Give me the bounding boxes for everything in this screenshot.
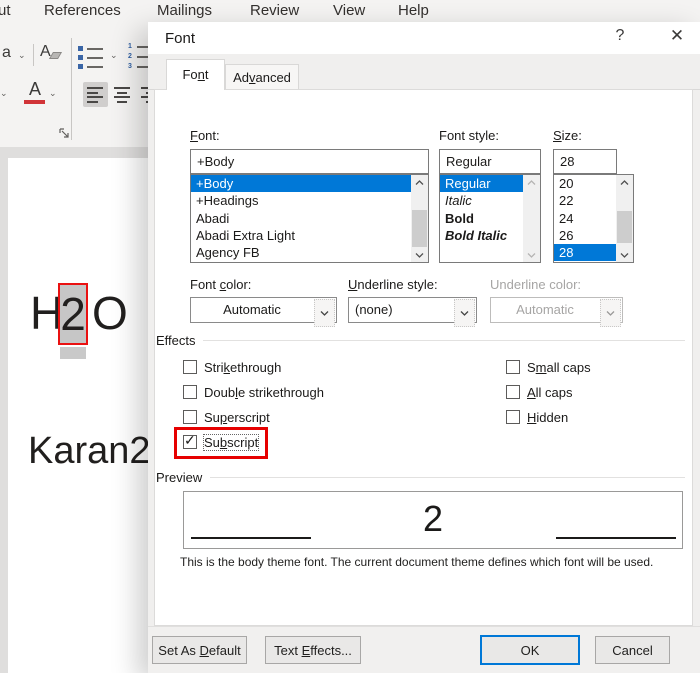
scrollbar-thumb[interactable] — [617, 211, 632, 243]
list-item[interactable]: +Body — [191, 175, 428, 193]
chevron-down-icon[interactable]: ⌄ — [110, 50, 118, 61]
preview-group-label: Preview — [156, 470, 203, 485]
scrollbar[interactable] — [616, 175, 633, 262]
chevron-down-icon[interactable] — [454, 299, 475, 327]
list-item[interactable]: Agency FB — [191, 244, 428, 261]
checkbox-box[interactable]: ✓ — [183, 385, 197, 399]
checkbox-box[interactable]: ✓ — [506, 410, 520, 424]
strikethrough-checkbox[interactable]: ✓ Strikethrough — [183, 359, 281, 375]
clear-formatting-icon[interactable]: A — [40, 43, 62, 60]
font-name-input[interactable]: +Body — [190, 149, 429, 174]
close-icon[interactable]: ✕ — [666, 26, 688, 46]
preview-box: 2 — [183, 491, 683, 549]
checkbox-box[interactable]: ✓ — [183, 360, 197, 374]
chevron-down-icon[interactable]: ⌄ — [18, 50, 26, 61]
preview-description: This is the body theme font. The current… — [180, 555, 654, 569]
font-name-listbox[interactable]: +Body +Headings Abadi Abadi Extra Light … — [190, 174, 429, 263]
tab-font[interactable]: Font — [166, 59, 225, 90]
cancel-button[interactable]: Cancel — [595, 636, 670, 664]
font-color-label: Font color: — [190, 277, 252, 292]
font-style-listbox[interactable]: Regular Italic Bold Bold Italic — [439, 174, 541, 263]
font-style-label: Font style: — [439, 128, 499, 143]
dialog-titlebar: Font ? ✕ — [148, 22, 700, 54]
underline-color-dropdown: Automatic — [490, 297, 623, 327]
font-label: Font: — [190, 128, 220, 143]
scroll-down-icon[interactable] — [411, 247, 428, 262]
tab-strip: Font Advanced — [148, 54, 700, 91]
size-input[interactable]: 28 — [553, 149, 617, 174]
ribbon-tab-view[interactable]: View — [333, 2, 365, 19]
scroll-down-icon[interactable] — [616, 247, 633, 262]
superscript-checkbox[interactable]: ✓ Superscript — [183, 409, 270, 425]
preview-sample-text: 2 — [422, 498, 444, 539]
font-color-dropdown[interactable]: Automatic — [190, 297, 337, 327]
font-color-icon[interactable]: A — [24, 80, 46, 104]
help-icon[interactable]: ? — [610, 27, 630, 45]
chevron-down-icon[interactable] — [314, 299, 335, 327]
scrollbar[interactable] — [411, 175, 428, 262]
selected-character-2: 2 — [58, 283, 88, 345]
group-divider — [210, 477, 685, 478]
scroll-up-icon — [523, 175, 540, 190]
hidden-checkbox[interactable]: ✓ Hidden — [506, 409, 568, 425]
align-left-icon[interactable] — [83, 82, 108, 107]
underline-color-label: Underline color: — [490, 277, 582, 292]
text-effects-button[interactable]: Text Effects... — [265, 636, 361, 664]
ribbon-tab-references[interactable]: References — [44, 2, 121, 19]
divider — [33, 44, 34, 66]
checkbox-box[interactable]: ✓ — [183, 410, 197, 424]
scrollbar-thumb[interactable] — [412, 210, 427, 247]
scrollbar[interactable] — [523, 175, 540, 262]
chevron-down-icon[interactable]: ⌄ — [0, 88, 8, 99]
set-as-default-button[interactable]: Set As Default — [152, 636, 247, 664]
size-label: Size: — [553, 128, 582, 143]
font-color-swatch — [24, 100, 45, 104]
bullet-list-icon[interactable] — [78, 46, 103, 73]
double-strikethrough-checkbox[interactable]: ✓ Double strikethrough — [183, 384, 324, 400]
group-divider — [203, 340, 685, 341]
chevron-down-icon[interactable]: ⌄ — [49, 88, 57, 99]
underline-style-label: Underline style: — [348, 277, 438, 292]
word-window: ut References Mailings Review View Help … — [0, 0, 700, 673]
font-dialog: Font ? ✕ Font Advanced Font: +Body +Body… — [148, 22, 700, 673]
ribbon-tab-mailings[interactable]: Mailings — [157, 2, 212, 19]
baseline-rule — [556, 537, 676, 539]
scroll-down-icon — [523, 247, 540, 262]
size-listbox[interactable]: 20 22 24 26 28 — [553, 174, 634, 263]
subscript-highlight-annotation — [174, 427, 268, 459]
list-item[interactable]: Abadi — [191, 210, 428, 227]
document-paragraph: Karan2 — [28, 430, 151, 472]
ribbon-tab-layout[interactable]: ut — [0, 2, 11, 19]
scroll-up-icon[interactable] — [411, 175, 428, 190]
dialog-title: Font — [165, 30, 196, 47]
underline-style-dropdown[interactable]: (none) — [348, 297, 477, 327]
numbered-list-icon[interactable]: 1 2 3 — [128, 43, 149, 73]
chevron-down-icon — [600, 299, 621, 327]
selection-handle[interactable] — [60, 347, 86, 359]
ok-button[interactable]: OK — [480, 635, 580, 665]
small-caps-checkbox[interactable]: ✓ Small caps — [506, 359, 591, 375]
document-text-o: O — [92, 287, 128, 339]
effects-group-label: Effects — [156, 333, 196, 348]
all-caps-checkbox[interactable]: ✓ All caps — [506, 384, 573, 400]
align-center-icon[interactable] — [110, 82, 135, 107]
scroll-up-icon[interactable] — [616, 175, 633, 190]
paragraph-dialog-launcher-icon[interactable] — [58, 126, 70, 144]
tab-advanced[interactable]: Advanced — [225, 64, 299, 91]
list-item[interactable]: +Headings — [191, 192, 428, 209]
font-style-input[interactable]: Regular — [439, 149, 541, 174]
checkbox-box[interactable]: ✓ — [506, 385, 520, 399]
divider — [71, 38, 72, 140]
checkbox-box[interactable]: ✓ — [506, 360, 520, 374]
list-item[interactable]: Abadi Extra Light — [191, 227, 428, 244]
change-case-icon[interactable]: a — [2, 44, 11, 62]
ribbon-tab-review[interactable]: Review — [250, 2, 299, 19]
ribbon-tab-help[interactable]: Help — [398, 2, 429, 19]
